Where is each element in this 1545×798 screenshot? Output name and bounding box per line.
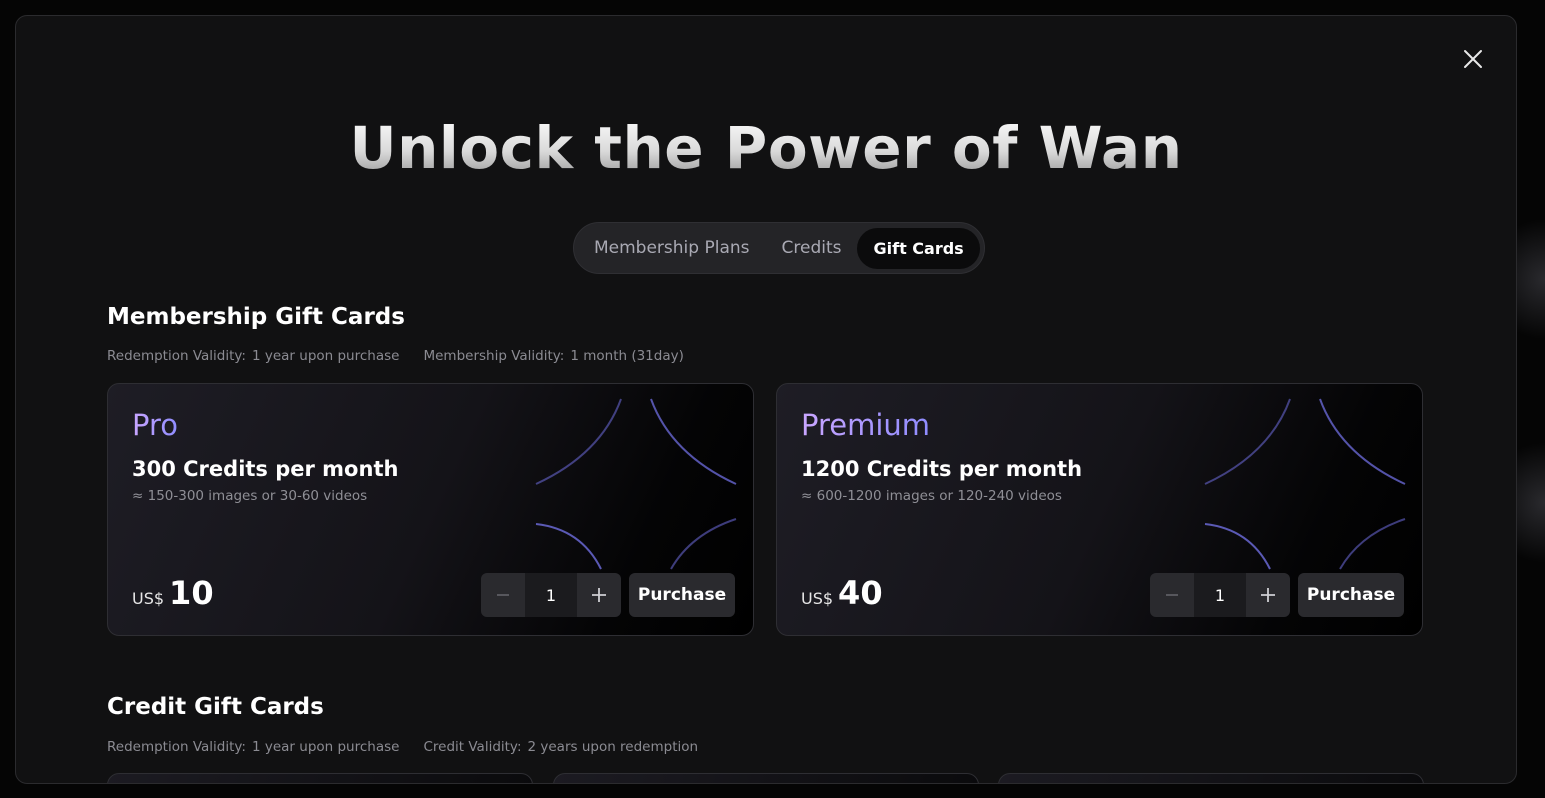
membership-validity-info: Redemption Validity: 1 year upon purchase… xyxy=(107,348,684,364)
tier-name: Pro xyxy=(132,408,179,442)
minus-icon xyxy=(497,594,509,596)
price-amount: 40 xyxy=(838,574,883,612)
quantity-stepper: 1 xyxy=(481,573,621,617)
gift-card-premium: Premium 1200 Credits per month ≈ 600-120… xyxy=(776,383,1423,636)
purchase-button[interactable]: Purchase xyxy=(1298,573,1404,617)
tab-membership-plans[interactable]: Membership Plans xyxy=(578,227,766,269)
credit-gift-card[interactable] xyxy=(107,773,533,783)
price-currency: US$ xyxy=(132,589,165,608)
quantity-value[interactable]: 1 xyxy=(525,573,577,617)
credit-validity-info: Redemption Validity: 1 year upon purchase… xyxy=(107,739,698,755)
membership-validity: Membership Validity: 1 month (31day) xyxy=(423,348,683,364)
quantity-stepper: 1 xyxy=(1150,573,1290,617)
credit-validity-label: Credit Validity: xyxy=(423,739,522,755)
minus-icon xyxy=(1166,594,1178,596)
decrease-quantity-button[interactable] xyxy=(1150,573,1194,617)
membership-validity-value: 1 month (31day) xyxy=(570,348,684,364)
redemption-validity-label: Redemption Validity: xyxy=(107,348,246,364)
price-amount: 10 xyxy=(169,574,214,612)
tab-credits[interactable]: Credits xyxy=(766,227,858,269)
decrease-quantity-button[interactable] xyxy=(481,573,525,617)
price: US$ 40 xyxy=(801,574,883,612)
price-currency: US$ xyxy=(801,589,834,608)
credits-approximation: ≈ 600-1200 images or 120-240 videos xyxy=(801,488,1062,504)
redemption-validity: Redemption Validity: 1 year upon purchase xyxy=(107,739,399,755)
credit-gift-card[interactable] xyxy=(998,773,1424,783)
redemption-validity-value: 1 year upon purchase xyxy=(251,739,400,755)
credit-validity-value: 2 years upon redemption xyxy=(527,739,699,755)
close-icon[interactable] xyxy=(1462,48,1484,70)
redemption-validity-label: Redemption Validity: xyxy=(107,739,246,755)
price: US$ 10 xyxy=(132,574,214,612)
gift-card-pro: Pro 300 Credits per month ≈ 150-300 imag… xyxy=(107,383,754,636)
credit-gift-cards-title: Credit Gift Cards xyxy=(107,694,324,720)
decorative-arcs xyxy=(535,398,737,570)
credits-per-month: 1200 Credits per month xyxy=(801,457,1083,481)
pricing-modal: Unlock the Power of Wan Membership Plans… xyxy=(15,15,1517,784)
modal-title: Unlock the Power of Wan xyxy=(16,114,1516,182)
purchase-button[interactable]: Purchase xyxy=(629,573,735,617)
plus-icon xyxy=(592,588,606,602)
plus-icon xyxy=(1261,588,1275,602)
credits-approximation: ≈ 150-300 images or 30-60 videos xyxy=(132,488,368,504)
tier-name: Premium xyxy=(801,408,931,442)
redemption-validity-value: 1 year upon purchase xyxy=(251,348,400,364)
quantity-value[interactable]: 1 xyxy=(1194,573,1246,617)
tab-gift-cards[interactable]: Gift Cards xyxy=(857,227,980,269)
membership-gift-cards-title: Membership Gift Cards xyxy=(107,304,405,330)
plan-tabs: Membership Plans Credits Gift Cards xyxy=(573,222,985,274)
increase-quantity-button[interactable] xyxy=(1246,573,1290,617)
decorative-arcs xyxy=(1204,398,1406,570)
credit-gift-card[interactable] xyxy=(553,773,979,783)
increase-quantity-button[interactable] xyxy=(577,573,621,617)
redemption-validity: Redemption Validity: 1 year upon purchase xyxy=(107,348,399,364)
membership-validity-label: Membership Validity: xyxy=(423,348,565,364)
credit-validity: Credit Validity: 2 years upon redemption xyxy=(423,739,698,755)
credits-per-month: 300 Credits per month xyxy=(132,457,399,481)
